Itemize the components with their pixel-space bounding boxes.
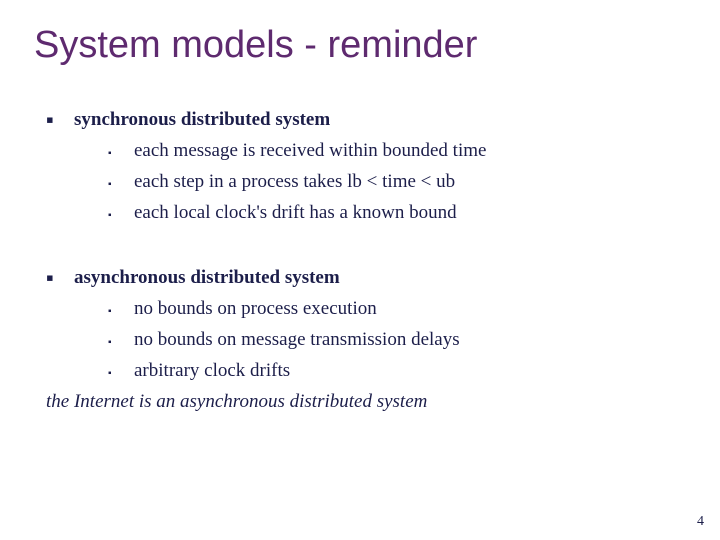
bullet-text: no bounds on process execution (134, 298, 377, 320)
square-bullet-icon: ▪ (46, 109, 74, 131)
page-number: 4 (697, 514, 704, 530)
square-bullet-icon: ▪ (46, 267, 74, 289)
bullet-level2: ▪ each message is received within bounde… (108, 140, 720, 162)
square-bullet-icon: ▪ (108, 148, 134, 159)
footnote: the Internet is an asynchronous distribu… (46, 391, 720, 413)
bullet-text: arbitrary clock drifts (134, 360, 290, 382)
bullet-level1: ▪ synchronous distributed system (46, 107, 720, 131)
slide-title: System models - reminder (0, 0, 720, 67)
bullet-level2: ▪ each local clock's drift has a known b… (108, 202, 720, 224)
sub-list: ▪ no bounds on process execution ▪ no bo… (46, 298, 720, 382)
section-heading: asynchronous distributed system (74, 267, 340, 289)
bullet-level1: ▪ asynchronous distributed system (46, 265, 720, 289)
bullet-level2: ▪ no bounds on process execution (108, 298, 720, 320)
bullet-text: no bounds on message transmission delays (134, 329, 460, 351)
sub-list: ▪ each message is received within bounde… (46, 140, 720, 224)
bullet-level2: ▪ arbitrary clock drifts (108, 360, 720, 382)
bullet-level2: ▪ each step in a process takes lb < time… (108, 171, 720, 193)
slide-content: ▪ synchronous distributed system ▪ each … (0, 67, 720, 413)
bullet-text: each local clock's drift has a known bou… (134, 202, 457, 224)
bullet-text: each step in a process takes lb < time <… (134, 171, 455, 193)
square-bullet-icon: ▪ (108, 210, 134, 221)
square-bullet-icon: ▪ (108, 368, 134, 379)
bullet-level2: ▪ no bounds on message transmission dela… (108, 329, 720, 351)
bullet-text: each message is received within bounded … (134, 140, 486, 162)
section-heading: synchronous distributed system (74, 109, 330, 131)
square-bullet-icon: ▪ (108, 179, 134, 190)
square-bullet-icon: ▪ (108, 306, 134, 317)
square-bullet-icon: ▪ (108, 337, 134, 348)
